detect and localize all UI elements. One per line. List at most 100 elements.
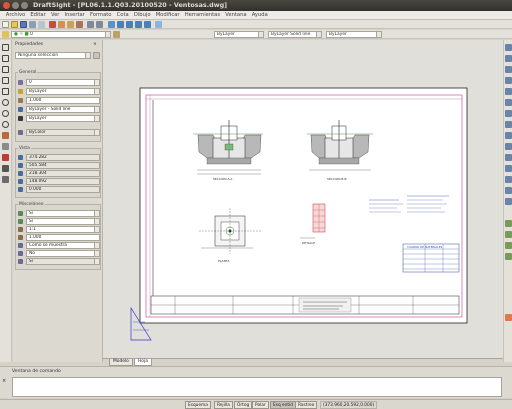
pattern-icon[interactable] (505, 88, 512, 95)
linetype-field[interactable]: ByLayer - Solid line (26, 106, 100, 113)
redo-icon[interactable] (96, 21, 103, 28)
scroll-marker-icon[interactable] (505, 314, 512, 321)
stretch-icon[interactable] (505, 132, 512, 139)
zoom-window-icon[interactable] (126, 21, 133, 28)
ucs-on-field[interactable]: Sí (26, 210, 100, 217)
linetype-select[interactable]: ByLayer Solid line (268, 31, 322, 38)
copy-icon[interactable] (58, 21, 65, 28)
menu-ventana[interactable]: Ventana (223, 11, 248, 20)
tab-modelo[interactable]: Modelo (109, 359, 133, 366)
lineweight-field[interactable]: ByLayer (26, 115, 100, 122)
paste-icon[interactable] (67, 21, 74, 28)
line-icon[interactable] (2, 44, 9, 51)
print-preview-icon[interactable] (38, 21, 45, 28)
lw-scale-icon (18, 235, 23, 240)
command-input[interactable] (12, 377, 502, 397)
menu-ver[interactable]: Ver (49, 11, 61, 20)
infinite-line-icon[interactable] (2, 55, 9, 62)
print-icon[interactable] (29, 21, 36, 28)
snap-button[interactable]: Esquema (185, 401, 211, 409)
polygon-icon[interactable] (2, 77, 9, 84)
polar-button[interactable]: Polar (252, 401, 269, 409)
chamfer-icon[interactable] (505, 176, 512, 183)
text-icon[interactable] (2, 165, 9, 172)
point-icon[interactable] (2, 154, 9, 161)
maximize-window-button[interactable] (21, 2, 28, 9)
circle-icon[interactable] (2, 110, 9, 117)
dimension-linear-icon[interactable] (505, 220, 512, 227)
arc-icon[interactable] (2, 99, 9, 106)
menu-herramientas[interactable]: Herramientas (183, 11, 222, 20)
zoom-fit-icon[interactable] (144, 21, 151, 28)
grid-button[interactable]: Rejilla (214, 401, 233, 409)
menu-formato[interactable]: Formato (88, 11, 113, 20)
quick-select-icon[interactable] (93, 52, 100, 59)
properties-icon[interactable] (155, 21, 162, 28)
block-icon[interactable] (2, 176, 9, 183)
minimize-window-button[interactable] (12, 2, 19, 9)
hatch-icon[interactable] (2, 143, 9, 150)
trim-icon[interactable] (505, 143, 512, 150)
ellipse-icon[interactable] (2, 121, 9, 128)
rotate-icon[interactable] (505, 110, 512, 117)
close-command-icon[interactable]: × (2, 378, 8, 384)
center-y-field: 505.584 (26, 162, 100, 169)
menu-ayuda[interactable]: Ayuda (250, 11, 270, 20)
layer-field[interactable]: ByLayer (26, 88, 100, 95)
erase-icon[interactable] (505, 44, 512, 51)
layer-select[interactable]: ● ☼ ■ 0 (11, 31, 111, 38)
open-folder-icon[interactable] (11, 21, 18, 28)
break-icon[interactable] (505, 165, 512, 172)
move-icon[interactable] (505, 99, 512, 106)
offset-icon[interactable] (505, 77, 512, 84)
display-field[interactable]: Como se muestra (26, 242, 100, 249)
cut-icon[interactable] (49, 21, 56, 28)
color-field[interactable]: 0 (26, 79, 100, 86)
explode-icon[interactable] (505, 198, 512, 205)
tab-hoja[interactable]: Hoja (134, 359, 152, 366)
undo-icon[interactable] (87, 21, 94, 28)
selection-select[interactable]: Ninguna selección (15, 52, 91, 59)
extend-icon[interactable] (505, 154, 512, 161)
polyline-icon[interactable] (2, 66, 9, 73)
drawing-canvas[interactable]: SECCIÓN A-A SECCIÓN B-B PLANTA DETALLE C… (103, 40, 503, 358)
new-file-icon[interactable] (2, 21, 9, 28)
lineweight-select[interactable]: ByLayer (326, 31, 382, 38)
ortho-button[interactable]: Ortog (234, 401, 253, 409)
dimension-aligned-icon[interactable] (505, 231, 512, 238)
color-select[interactable]: ByLayer (214, 31, 264, 38)
dimension-radius-icon[interactable] (505, 242, 512, 249)
close-icon[interactable]: × (93, 42, 99, 47)
mirror-icon[interactable] (505, 66, 512, 73)
misc-display-row: Como se muestra (18, 242, 100, 249)
scale-entity-icon[interactable] (505, 121, 512, 128)
layout-tabs: Modelo Hoja (103, 358, 503, 366)
close-window-button[interactable] (3, 2, 10, 9)
lw-scale-field[interactable]: 1.000 (26, 234, 100, 241)
rectangle-icon[interactable] (2, 88, 9, 95)
shade-field[interactable]: No (26, 250, 100, 257)
scale-field[interactable]: 1.000 (26, 97, 100, 104)
tracking-button[interactable]: Rastreo (295, 401, 318, 409)
zoom-realtime-icon[interactable] (117, 21, 124, 28)
annot-scale-field[interactable]: 1:1 (26, 226, 100, 233)
match-properties-icon[interactable] (76, 21, 83, 28)
esnap-button[interactable]: Esq entid (270, 401, 297, 409)
view-header: Vista (18, 146, 31, 151)
dimension-angle-icon[interactable] (505, 253, 512, 260)
pan-icon[interactable] (108, 21, 115, 28)
layer-previous-icon[interactable] (113, 31, 120, 38)
ucs-origin-field[interactable]: Sí (26, 218, 100, 225)
copy-entity-icon[interactable] (505, 55, 512, 62)
save-icon[interactable] (20, 21, 27, 28)
menu-modificar[interactable]: Modificar (154, 11, 181, 20)
menu-insertar[interactable]: Insertar (63, 11, 87, 20)
menu-dibujo[interactable]: Dibujo (132, 11, 152, 20)
layer-manager-icon[interactable] (2, 31, 9, 38)
spline-icon[interactable] (2, 132, 9, 139)
fillet-icon[interactable] (505, 187, 512, 194)
menu-archivo[interactable]: Archivo (4, 11, 27, 20)
menu-cota[interactable]: Cota (115, 11, 131, 20)
menu-editar[interactable]: Editar (29, 11, 48, 20)
zoom-previous-icon[interactable] (135, 21, 142, 28)
